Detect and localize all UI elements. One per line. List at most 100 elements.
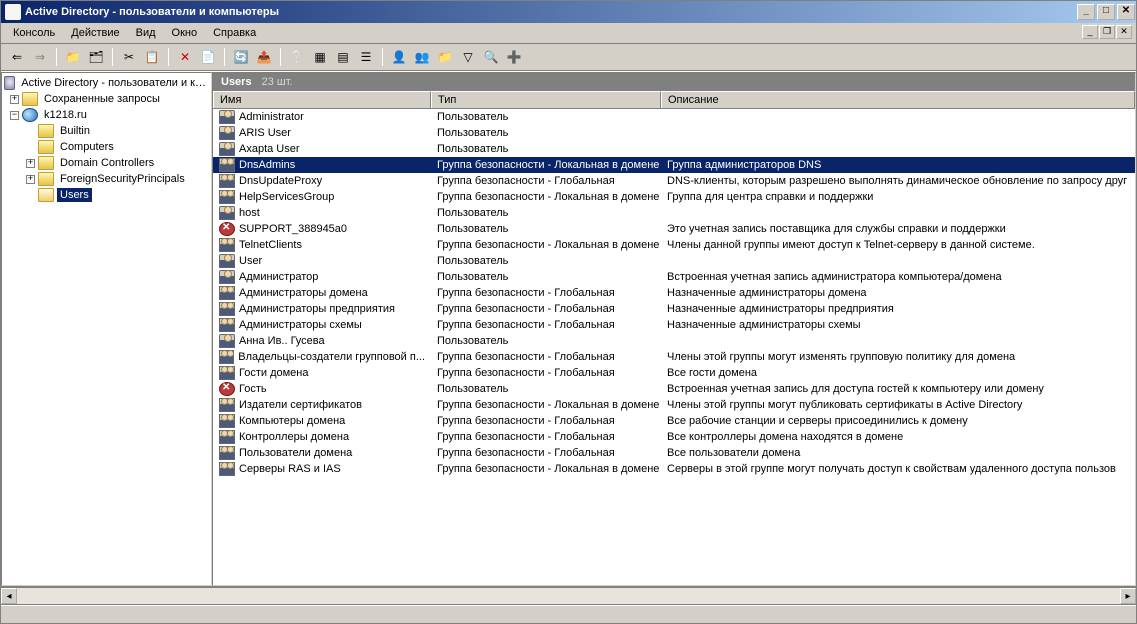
row-name: Administrator [239, 111, 304, 123]
col-name[interactable]: Имя [213, 91, 431, 108]
list-row[interactable]: HelpServicesGroupГруппа безопасности - Л… [213, 189, 1135, 205]
list-row[interactable]: Серверы RAS и IASГруппа безопасности - Л… [213, 461, 1135, 477]
tree-fsp[interactable]: + ForeignSecurityPrincipals [4, 171, 209, 187]
tree-pane[interactable]: Active Directory - пользователи и к… + С… [1, 72, 212, 586]
row-name: HelpServicesGroup [239, 191, 334, 203]
folder-open-icon [38, 188, 54, 202]
row-type: Пользователь [431, 142, 661, 156]
view-large-icon[interactable]: ▦ [310, 47, 330, 67]
row-name: Пользователи домена [239, 447, 352, 459]
mdi-close-button[interactable]: ✕ [1116, 25, 1132, 39]
show-hide-tree-icon[interactable]: 🗂 [86, 47, 106, 67]
list-row[interactable]: SUPPORT_388945a0ПользовательЭто учетная … [213, 221, 1135, 237]
list-row[interactable]: Анна Ив.. ГусеваПользователь [213, 333, 1135, 349]
list-row[interactable]: Администраторы схемыГруппа безопасности … [213, 317, 1135, 333]
properties-icon[interactable]: 📄 [198, 47, 218, 67]
row-desc: Назначенные администраторы предприятия [661, 302, 1135, 316]
minimize-button[interactable]: _ [1077, 4, 1095, 20]
row-name: Владельцы-создатели групповой п... [238, 351, 425, 363]
row-type: Группа безопасности - Локальная в домене [431, 398, 661, 412]
list-row[interactable]: Контроллеры доменаГруппа безопасности - … [213, 429, 1135, 445]
list-row[interactable]: Гости доменаГруппа безопасности - Глобал… [213, 365, 1135, 381]
up-folder-icon[interactable]: 📁 [63, 47, 83, 67]
list-row[interactable]: Axapta UserПользователь [213, 141, 1135, 157]
list-row[interactable]: ARIS UserПользователь [213, 125, 1135, 141]
tree-builtin[interactable]: Builtin [4, 123, 209, 139]
new-group-icon[interactable]: 👥 [412, 47, 432, 67]
row-type: Группа безопасности - Глобальная [431, 366, 661, 380]
close-button[interactable]: ✕ [1117, 4, 1135, 20]
list-row[interactable]: TelnetClientsГруппа безопасности - Локал… [213, 237, 1135, 253]
list-row[interactable]: Пользователи доменаГруппа безопасности -… [213, 445, 1135, 461]
expand-icon[interactable]: + [10, 95, 19, 104]
row-name: User [239, 255, 262, 267]
forward-icon[interactable]: ⇒ [30, 47, 50, 67]
new-ou-icon[interactable]: 📁 [435, 47, 455, 67]
maximize-button[interactable]: □ [1097, 4, 1115, 20]
collapse-icon[interactable]: − [10, 111, 19, 120]
menu-action[interactable]: Действие [63, 25, 127, 41]
menu-window[interactable]: Окно [164, 25, 206, 41]
copy-icon[interactable]: 📋 [142, 47, 162, 67]
list-row[interactable]: Владельцы-создатели групповой п...Группа… [213, 349, 1135, 365]
tree-domain-controllers[interactable]: + Domain Controllers [4, 155, 209, 171]
menu-view[interactable]: Вид [128, 25, 164, 41]
mdi-restore-button[interactable]: ❐ [1099, 25, 1115, 39]
add-to-group-icon[interactable]: ➕ [504, 47, 524, 67]
group-icon [219, 158, 235, 172]
scroll-right-icon[interactable]: ▸ [1120, 588, 1136, 604]
list-row[interactable]: Издатели сертификатов Группа безопасности… [213, 397, 1135, 413]
row-name: host [239, 207, 260, 219]
col-type[interactable]: Тип [431, 91, 661, 108]
delete-icon[interactable]: ✕ [175, 47, 195, 67]
list-row[interactable]: AdministratorПользователь [213, 109, 1135, 125]
export-icon[interactable]: 📤 [254, 47, 274, 67]
row-desc: Члены этой группы могут изменять группов… [661, 350, 1135, 364]
cut-icon[interactable]: ✂ [119, 47, 139, 67]
list-row[interactable]: hostПользователь [213, 205, 1135, 221]
list-row[interactable]: АдминистраторПользовательВстроенная учет… [213, 269, 1135, 285]
back-icon[interactable]: ⇐ [7, 47, 27, 67]
tree-domain[interactable]: − k1218.ru [4, 107, 209, 123]
expand-icon[interactable]: + [26, 175, 35, 184]
group-icon [219, 462, 235, 476]
refresh-icon[interactable]: 🔄 [231, 47, 251, 67]
mdi-minimize-button[interactable]: _ [1082, 25, 1098, 39]
row-name: SUPPORT_388945a0 [239, 223, 347, 235]
user-icon [219, 334, 235, 348]
row-name: Издатели сертификатов [239, 399, 362, 411]
row-type: Группа безопасности - Локальная в домене [431, 462, 661, 476]
list-row[interactable]: DnsAdminsГруппа безопасности - Локальная… [213, 157, 1135, 173]
row-desc: Группа администраторов DNS [661, 158, 1135, 172]
group-icon [219, 190, 235, 204]
menu-help[interactable]: Справка [205, 25, 264, 41]
row-desc: Все пользователи домена [661, 446, 1135, 460]
list-pane: Users 23 шт. Имя Тип Описание Administra… [212, 72, 1136, 586]
list-rows[interactable]: AdministratorПользовательARIS UserПользо… [213, 109, 1135, 585]
tree-users[interactable]: Users [4, 187, 209, 203]
expand-icon[interactable]: + [26, 159, 35, 168]
list-row[interactable]: Компьютеры доменаГруппа безопасности - Г… [213, 413, 1135, 429]
menu-console[interactable]: Консоль [5, 25, 63, 41]
new-user-icon[interactable]: 👤 [389, 47, 409, 67]
help-icon[interactable]: ❔ [287, 47, 307, 67]
list-row[interactable]: DnsUpdateProxyГруппа безопасности - Глоб… [213, 173, 1135, 189]
row-type: Пользователь [431, 254, 661, 268]
scroll-track[interactable] [17, 588, 1120, 604]
col-desc[interactable]: Описание [661, 91, 1135, 108]
view-detail-icon[interactable]: ☰ [356, 47, 376, 67]
list-row[interactable]: Администраторы предприятияГруппа безопас… [213, 301, 1135, 317]
scroll-left-icon[interactable]: ◂ [1, 588, 17, 604]
tree-root[interactable]: Active Directory - пользователи и к… [4, 75, 209, 91]
list-row[interactable]: User Пользователь [213, 253, 1135, 269]
list-row[interactable]: Администраторы доменаГруппа безопасности… [213, 285, 1135, 301]
tree-saved-queries[interactable]: + Сохраненные запросы [4, 91, 209, 107]
find-icon[interactable]: 🔍 [481, 47, 501, 67]
list-row[interactable]: ГостьПользовательВстроенная учетная запи… [213, 381, 1135, 397]
row-desc: Все рабочие станции и серверы присоедини… [661, 414, 1135, 428]
horizontal-scrollbar[interactable]: ◂ ▸ [1, 587, 1136, 605]
view-list-icon[interactable]: ▤ [333, 47, 353, 67]
filter-icon[interactable]: ▽ [458, 47, 478, 67]
tree-computers[interactable]: Computers [4, 139, 209, 155]
group-icon [219, 446, 235, 460]
